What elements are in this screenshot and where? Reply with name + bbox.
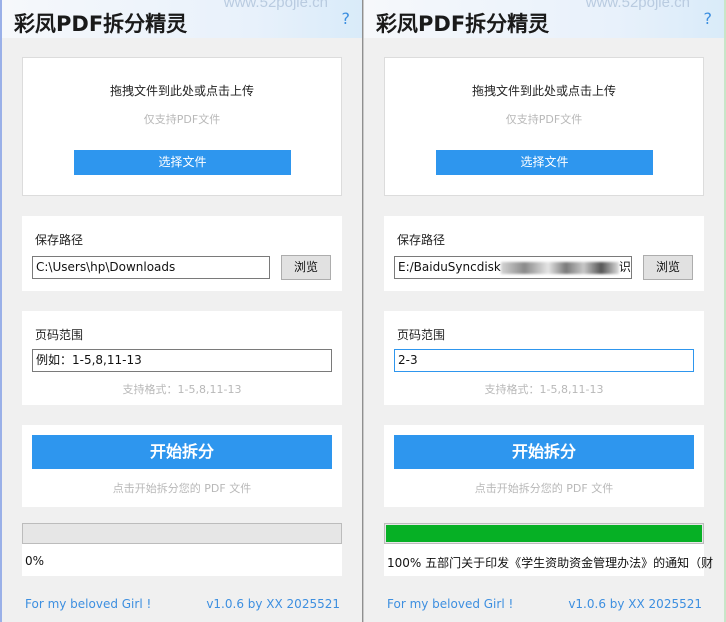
split-note: 点击开始拆分您的 PDF 文件 — [112, 482, 252, 495]
page-range-panel: 页码范围 例如：1-5,8,11-13 支持格式：1-5,8,11-13 — [22, 311, 342, 405]
progress-bar — [384, 523, 704, 544]
footer-link[interactable]: For my beloved Girl ! — [25, 597, 151, 611]
page-range-format-hint: 支持格式：1-5,8,11-13 — [484, 383, 604, 396]
footer-link[interactable]: For my beloved Girl ! — [387, 597, 513, 611]
save-path-panel: 保存路径 E:/BaiduSyncdisk 识 浏览 — [384, 216, 704, 291]
help-icon[interactable]: ? — [704, 9, 713, 28]
page-range-format-hint: 支持格式：1-5,8,11-13 — [122, 383, 242, 396]
app-window-right: 彩凤PDF拆分精灵 www.52pojie.cn ? 拖拽文件到此处或点击上传 … — [363, 0, 726, 622]
page-range-label: 页码范围 — [35, 328, 84, 342]
version-label: v1.0.6 by XX 2025521 — [206, 597, 340, 611]
save-path-value: C:\Users\hp\Downloads — [36, 260, 176, 274]
upload-sub-hint: 仅支持PDF文件 — [505, 113, 583, 126]
select-file-button[interactable]: 选择文件 — [436, 150, 653, 175]
split-panel: 开始拆分 点击开始拆分您的 PDF 文件 — [384, 425, 704, 507]
save-path-input[interactable]: C:\Users\hp\Downloads — [32, 256, 270, 279]
split-note: 点击开始拆分您的 PDF 文件 — [474, 482, 614, 495]
save-path-value: E:/BaiduSyncdisk — [398, 260, 501, 274]
upload-hint: 拖拽文件到此处或点击上传 — [471, 84, 616, 98]
page-range-input[interactable]: 2-3 — [394, 349, 694, 372]
browse-button[interactable]: 浏览 — [643, 255, 693, 280]
progress-bar — [22, 523, 342, 544]
progress-panel: 0% — [22, 523, 342, 576]
watermark: www.52pojie.cn — [585, 0, 690, 11]
title-bar: 彩凤PDF拆分精灵 www.52pojie.cn ? — [2, 0, 362, 38]
select-file-button[interactable]: 选择文件 — [74, 150, 291, 175]
page-range-input[interactable]: 例如：1-5,8,11-13 — [32, 349, 332, 372]
app-title: 彩凤PDF拆分精灵 — [376, 12, 550, 36]
start-split-button[interactable]: 开始拆分 — [394, 435, 694, 469]
upload-dropzone[interactable]: 拖拽文件到此处或点击上传 仅支持PDF文件 选择文件 — [22, 57, 342, 196]
start-split-button[interactable]: 开始拆分 — [32, 435, 332, 469]
split-panel: 开始拆分 点击开始拆分您的 PDF 文件 — [22, 425, 342, 507]
save-path-suffix: 识 — [618, 260, 631, 274]
progress-status: 100% 五部门关于印发《学生资助资金管理办法》的通知（财 — [387, 556, 714, 570]
save-path-label: 保存路径 — [397, 233, 446, 247]
progress-fill — [386, 525, 702, 542]
upload-sub-hint: 仅支持PDF文件 — [143, 113, 221, 126]
upload-hint: 拖拽文件到此处或点击上传 — [109, 84, 254, 98]
upload-dropzone[interactable]: 拖拽文件到此处或点击上传 仅支持PDF文件 选择文件 — [384, 57, 704, 196]
app-window-left: 彩凤PDF拆分精灵 www.52pojie.cn ? 拖拽文件到此处或点击上传 … — [0, 0, 363, 622]
help-icon[interactable]: ? — [342, 9, 351, 28]
title-bar: 彩凤PDF拆分精灵 www.52pojie.cn ? — [364, 0, 724, 38]
watermark: www.52pojie.cn — [223, 0, 328, 11]
page-range-panel: 页码范围 2-3 支持格式：1-5,8,11-13 — [384, 311, 704, 405]
redacted-blur — [500, 261, 619, 274]
version-label: v1.0.6 by XX 2025521 — [568, 597, 702, 611]
save-path-input[interactable]: E:/BaiduSyncdisk 识 — [394, 256, 632, 279]
app-title: 彩凤PDF拆分精灵 — [14, 12, 188, 36]
save-path-label: 保存路径 — [35, 233, 84, 247]
progress-status: 0% — [25, 554, 45, 568]
save-path-panel: 保存路径 C:\Users\hp\Downloads 浏览 — [22, 216, 342, 291]
browse-button[interactable]: 浏览 — [281, 255, 331, 280]
progress-panel: 100% 五部门关于印发《学生资助资金管理办法》的通知（财 — [384, 523, 713, 576]
page-range-label: 页码范围 — [397, 328, 446, 342]
